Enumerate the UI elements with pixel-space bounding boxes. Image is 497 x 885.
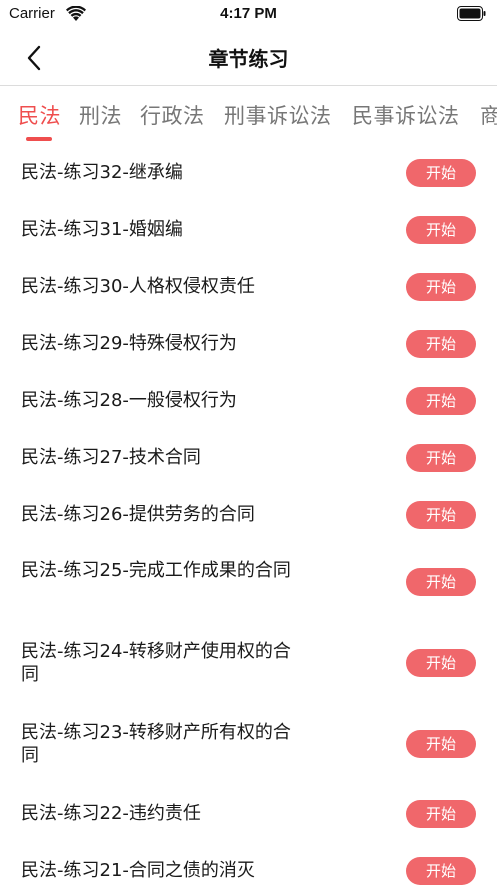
exercise-title: 民法-练习29-特殊侵权行为	[21, 333, 237, 354]
exercise-title: 民法-练习26-提供劳务的合同	[21, 504, 255, 525]
exercise-title: 民法-练习21-合同之债的消灭	[21, 860, 255, 881]
start-button[interactable]: 开始	[406, 273, 476, 301]
exercise-title: 民法-练习27-技术合同	[21, 447, 201, 468]
start-button[interactable]: 开始	[406, 857, 476, 885]
category-tabs: 民法 刑法 行政法 刑事诉讼法 民事诉讼法 商	[0, 86, 497, 142]
start-button[interactable]: 开始	[406, 568, 476, 596]
clock: 4:17 PM	[220, 5, 277, 22]
tab-civil-law[interactable]: 民法	[18, 100, 61, 130]
tab-civil-procedure-law[interactable]: 民事诉讼法	[352, 100, 460, 130]
start-button[interactable]: 开始	[406, 800, 476, 828]
battery-icon	[457, 6, 486, 21]
tab-criminal-law[interactable]: 刑法	[79, 100, 122, 130]
exercise-title: 民法-练习24-转移财产使用权的合同	[21, 641, 291, 685]
tab-criminal-procedure-law[interactable]: 刑事诉讼法	[224, 100, 332, 130]
exercise-title: 民法-练习32-继承编	[21, 162, 183, 183]
nav-bar: 章节练习	[0, 30, 497, 86]
start-button[interactable]: 开始	[406, 649, 476, 677]
start-button[interactable]: 开始	[406, 501, 476, 529]
exercise-title: 民法-练习31-婚姻编	[21, 219, 183, 240]
tab-administrative-law[interactable]: 行政法	[140, 100, 205, 130]
start-button[interactable]: 开始	[406, 387, 476, 415]
active-tab-indicator	[26, 137, 52, 141]
start-button[interactable]: 开始	[406, 216, 476, 244]
start-button[interactable]: 开始	[406, 330, 476, 358]
exercise-title: 民法-练习22-违约责任	[21, 803, 201, 824]
exercise-title: 民法-练习23-转移财产所有权的合同	[21, 722, 291, 766]
exercise-title: 民法-练习25-完成工作成果的合同	[21, 560, 291, 581]
status-bar: Carrier 4:17 PM	[0, 0, 497, 30]
exercise-title: 民法-练习30-人格权侵权责任	[21, 276, 255, 297]
start-button[interactable]: 开始	[406, 159, 476, 187]
page-title: 章节练习	[208, 47, 289, 71]
start-button[interactable]: 开始	[406, 730, 476, 758]
tab-commercial-law[interactable]: 商	[480, 100, 497, 130]
exercise-title: 民法-练习28-一般侵权行为	[21, 390, 237, 411]
start-button[interactable]: 开始	[406, 444, 476, 472]
